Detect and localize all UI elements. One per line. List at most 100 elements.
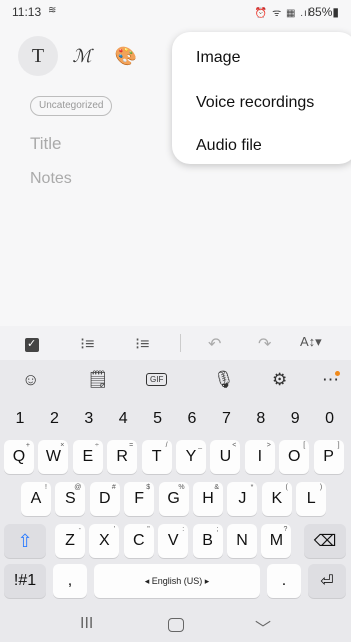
comma-key[interactable]: , (53, 564, 87, 598)
palette-tool-button[interactable]: 🎨 (106, 36, 146, 76)
settings-icon[interactable]: ⚙ (272, 370, 287, 390)
text-tool-button[interactable]: T (18, 36, 58, 76)
sticker-icon[interactable]: 🗒 (87, 370, 109, 390)
key-0[interactable]: 0 (315, 402, 345, 436)
key-n[interactable]: N (227, 524, 257, 558)
recent-apps-button[interactable]: III (80, 615, 93, 633)
gif-icon[interactable]: GIF (146, 373, 168, 386)
key-d[interactable]: D # (89, 482, 120, 516)
key-i-hint: > (266, 442, 271, 449)
key-q-hint: + (25, 442, 30, 449)
key-j-label: J (238, 490, 247, 507)
key-3[interactable]: 3 (74, 402, 104, 436)
key-p[interactable]: P] (313, 440, 344, 474)
key-o-label: O (287, 448, 301, 465)
key-r[interactable]: R = (107, 440, 138, 474)
key-s-hint: @ (74, 484, 82, 491)
shift-key-label: ⇧ (17, 530, 33, 551)
key-k-label: K (271, 490, 283, 507)
key-u-label: U (219, 448, 232, 465)
symbols-key[interactable]: !#1 (4, 564, 46, 598)
key-1[interactable]: 1 (5, 402, 35, 436)
key-4-label: 4 (118, 410, 128, 427)
key-4[interactable]: 4 (108, 402, 138, 436)
text-size-icon[interactable]: A↕▾ (300, 334, 322, 350)
notification-dot (335, 371, 340, 376)
key-a-label: A (30, 490, 42, 507)
shift-key[interactable]: ⇧ (4, 524, 46, 558)
category-chip[interactable]: Uncategorized (30, 96, 113, 116)
key-g-hint: % (178, 484, 185, 491)
key-h[interactable]: H & (193, 482, 223, 516)
key-g[interactable]: G% (158, 482, 189, 516)
key-f[interactable]: F $ (124, 482, 155, 516)
key-p-hint: ] (337, 442, 340, 449)
menu-item-image[interactable]: Image (196, 49, 240, 67)
emoji-icon[interactable]: ☺ (22, 370, 39, 390)
key-m[interactable]: M? (261, 524, 292, 558)
screen: 11:13 ≋ ⏰ ᯤ ▦ .ıl 85%▮ T ℳ 🎨 Uncategoriz… (0, 0, 351, 642)
keyboard-toolbar: ☺ 🗒 GIF 🎙 ⚙ ⋯ (0, 360, 351, 400)
key-i[interactable]: I > (244, 440, 275, 474)
key-m-hint: ? (283, 526, 288, 533)
key-k[interactable]: K( (261, 482, 292, 516)
status-time: 11:13 (12, 5, 42, 19)
key-y[interactable]: Y _ (176, 440, 206, 474)
space-key-label: ◂ English (US) ▸ (144, 575, 210, 586)
numbered-list-icon[interactable]: ⁝≡ (80, 334, 94, 354)
key-y-label: Y (185, 448, 197, 465)
bullet-list-icon[interactable]: ⁝≡ (135, 334, 149, 354)
redo-icon[interactable]: ↷ (258, 334, 271, 354)
key-7[interactable]: 7 (211, 402, 241, 436)
key-j[interactable]: J * (227, 482, 258, 516)
key-6-label: 6 (187, 410, 197, 427)
key-l[interactable]: L) (296, 482, 327, 516)
backspace-key[interactable]: ⌫ (304, 524, 346, 558)
key-6[interactable]: 6 (177, 402, 207, 436)
menu-item-audio-file[interactable]: Audio file (196, 137, 262, 155)
key-b-hint: ; (216, 526, 219, 533)
key-l-hint: ) (319, 484, 323, 491)
symbols-key-label: !#1 (13, 572, 37, 589)
key-e[interactable]: E ÷ (72, 440, 103, 474)
comma-key-label: , (67, 572, 73, 589)
key-i-label: I (257, 448, 263, 465)
notes-field[interactable]: Notes (30, 170, 72, 188)
keyboard: ☺ 🗒 GIF 🎙 ⚙ ⋯ 1 2 3 4 5 6 7 8 9 0 Q + W × E ÷ R = T / Y _ U < I >… (0, 360, 351, 642)
key-s-label: S (65, 490, 76, 507)
checkbox-icon[interactable] (25, 337, 39, 352)
key-t-hint: / (165, 442, 168, 449)
key-2-label: 2 (49, 410, 59, 427)
key-8-label: 8 (256, 410, 266, 427)
format-toolbar: ⁝≡ ⁝≡ ↶ ↷ A↕▾ (0, 326, 351, 360)
period-key[interactable]: . (267, 564, 301, 598)
key-a[interactable]: A! (21, 482, 51, 516)
space-key[interactable]: ◂ English (US) ▸ (94, 564, 260, 598)
key-b[interactable]: B; (192, 524, 223, 558)
key-e-hint: ÷ (94, 442, 99, 449)
key-e-label: E (82, 448, 94, 465)
key-9[interactable]: 9 (280, 402, 310, 436)
key-o[interactable]: O[ (279, 440, 310, 474)
undo-icon[interactable]: ↶ (208, 334, 221, 354)
home-button[interactable] (168, 618, 184, 632)
menu-item-voice-recordings[interactable]: Voice recordings (196, 94, 314, 112)
key-2[interactable]: 2 (39, 402, 69, 436)
key-u[interactable]: U < (210, 440, 241, 474)
key-q[interactable]: Q + (4, 440, 34, 474)
key-c[interactable]: C " (123, 524, 154, 558)
key-v[interactable]: V: (158, 524, 189, 558)
status-bar: 11:13 ≋ ⏰ ᯤ ▦ .ıl 85%▮ (0, 0, 351, 24)
key-s[interactable]: S @ (55, 482, 86, 516)
title-field[interactable]: Title (30, 134, 62, 154)
back-button[interactable]: ﹀ (255, 615, 271, 639)
microphone-icon[interactable]: 🎙 (213, 370, 235, 390)
key-t[interactable]: T / (141, 440, 172, 474)
key-5[interactable]: 5 (143, 402, 173, 436)
pen-tool-button[interactable]: ℳ (62, 36, 102, 76)
enter-key[interactable]: ⏎ (308, 564, 346, 598)
key-x[interactable]: X ' (89, 524, 120, 558)
key-w[interactable]: W × (38, 440, 69, 474)
key-z[interactable]: Z- (55, 524, 85, 558)
key-8[interactable]: 8 (246, 402, 276, 436)
